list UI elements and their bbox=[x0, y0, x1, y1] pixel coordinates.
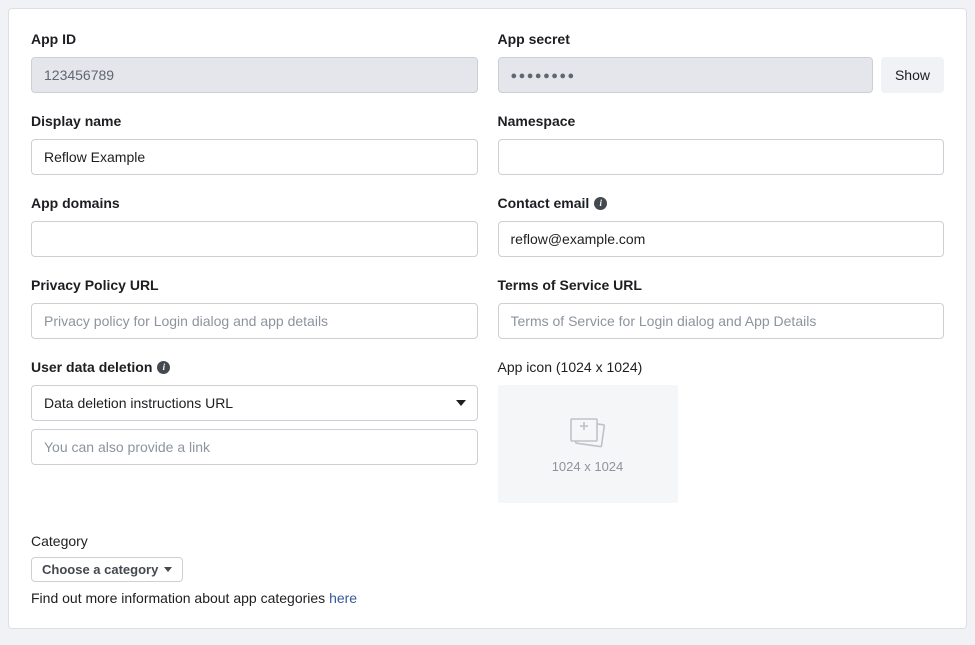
category-section: Category Choose a category Find out more… bbox=[31, 533, 944, 606]
chevron-down-icon bbox=[164, 567, 172, 572]
display-name-field: Display name bbox=[31, 113, 478, 175]
category-info-link[interactable]: here bbox=[329, 590, 357, 606]
namespace-label: Namespace bbox=[498, 113, 945, 129]
app-icon-dimensions: 1024 x 1024 bbox=[552, 459, 624, 474]
privacy-url-input[interactable] bbox=[31, 303, 478, 339]
app-icon-field: App icon (1024 x 1024) 1024 x 1024 bbox=[498, 359, 945, 503]
privacy-url-label: Privacy Policy URL bbox=[31, 277, 478, 293]
info-icon: i bbox=[594, 197, 607, 210]
image-placeholder-icon bbox=[563, 415, 613, 451]
category-info-text: Find out more information about app cate… bbox=[31, 590, 944, 606]
info-icon: i bbox=[157, 361, 170, 374]
app-icon-label: App icon (1024 x 1024) bbox=[498, 359, 945, 375]
category-label: Category bbox=[31, 533, 944, 549]
app-secret-field: App secret ●●●●●●●● Show bbox=[498, 31, 945, 93]
namespace-field: Namespace bbox=[498, 113, 945, 175]
app-secret-label: App secret bbox=[498, 31, 945, 47]
app-secret-input: ●●●●●●●● bbox=[498, 57, 873, 93]
app-id-input bbox=[31, 57, 478, 93]
app-domains-input[interactable] bbox=[31, 221, 478, 257]
app-domains-field: App domains bbox=[31, 195, 478, 257]
tos-url-label: Terms of Service URL bbox=[498, 277, 945, 293]
contact-email-input[interactable] bbox=[498, 221, 945, 257]
user-data-deletion-selected[interactable] bbox=[31, 385, 478, 421]
app-icon-upload[interactable]: 1024 x 1024 bbox=[498, 385, 678, 503]
contact-email-field: Contact email i bbox=[498, 195, 945, 257]
tos-url-field: Terms of Service URL bbox=[498, 277, 945, 339]
app-settings-card: App ID Display name App domains Privacy … bbox=[8, 8, 967, 629]
app-id-field: App ID bbox=[31, 31, 478, 93]
contact-email-label: Contact email i bbox=[498, 195, 945, 211]
privacy-url-field: Privacy Policy URL bbox=[31, 277, 478, 339]
show-secret-button[interactable]: Show bbox=[881, 57, 944, 93]
user-data-deletion-link-input[interactable] bbox=[31, 429, 478, 465]
display-name-input[interactable] bbox=[31, 139, 478, 175]
category-select[interactable]: Choose a category bbox=[31, 557, 183, 582]
app-id-label: App ID bbox=[31, 31, 478, 47]
tos-url-input[interactable] bbox=[498, 303, 945, 339]
user-data-deletion-label: User data deletion i bbox=[31, 359, 478, 375]
app-domains-label: App domains bbox=[31, 195, 478, 211]
user-data-deletion-select[interactable] bbox=[31, 385, 478, 421]
category-select-label: Choose a category bbox=[42, 562, 158, 577]
user-data-deletion-field: User data deletion i bbox=[31, 359, 478, 465]
display-name-label: Display name bbox=[31, 113, 478, 129]
namespace-input[interactable] bbox=[498, 139, 945, 175]
